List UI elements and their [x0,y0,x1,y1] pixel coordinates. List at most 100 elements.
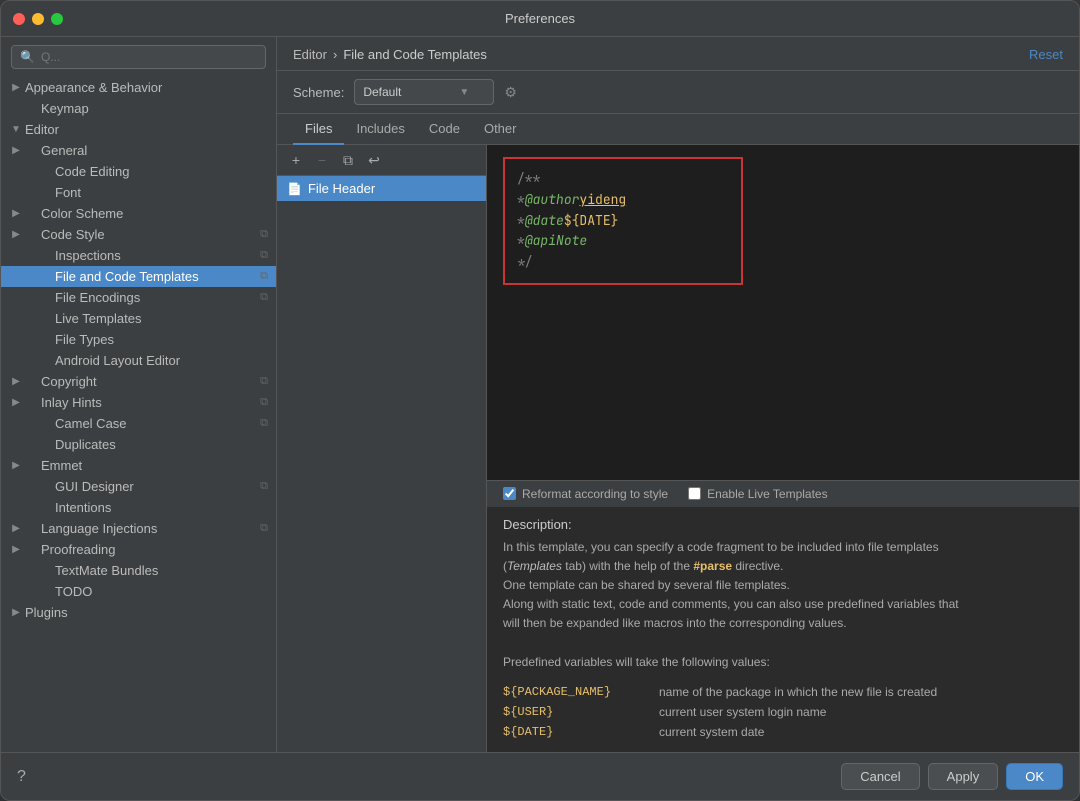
template-list: + − ⧉ ↩ 📄 File Header [277,145,487,752]
sidebar-item-emmet[interactable]: ▶ Emmet [1,455,276,476]
spacer-icon [9,249,23,263]
add-template-button[interactable]: + [285,149,307,171]
help-icon[interactable]: ? [17,768,26,786]
live-templates-checkbox[interactable] [688,487,701,500]
template-item-label: File Header [308,181,375,196]
search-input[interactable] [41,50,257,64]
sidebar-item-label: Camel Case [55,416,127,431]
remove-template-button[interactable]: − [311,149,333,171]
sidebar-item-label: Live Templates [55,311,141,326]
preferences-dialog: Preferences 🔍 ▶ Appearance & Behavior Ke… [0,0,1080,801]
sidebar-item-label: GUI Designer [55,479,134,494]
spacer-icon [9,312,23,326]
sidebar-item-keymap[interactable]: Keymap [1,98,276,119]
file-icon: 📄 [287,182,302,196]
sidebar-item-color-scheme[interactable]: ▶ Color Scheme [1,203,276,224]
sidebar-item-label: Copyright [41,374,97,389]
sidebar-item-label: Android Layout Editor [55,353,180,368]
search-icon: 🔍 [20,50,35,64]
description-text: In this template, you can specify a code… [503,538,1063,672]
live-templates-checkbox-label[interactable]: Enable Live Templates [688,487,828,501]
code-editor[interactable]: /** * @author yideng * @date ${DATE} * @… [487,145,1079,480]
apply-button[interactable]: Apply [928,763,999,790]
maximize-button[interactable] [51,13,63,25]
sidebar-item-appearance[interactable]: ▶ Appearance & Behavior [1,77,276,98]
sidebar-item-file-types[interactable]: File Types [1,329,276,350]
sidebar-item-gui-designer[interactable]: GUI Designer ⧉ [1,476,276,497]
description-title: Description: [503,517,1063,532]
sidebar-item-language-injections[interactable]: ▶ Language Injections ⧉ [1,518,276,539]
sidebar-item-copyright[interactable]: ▶ Copyright ⧉ [1,371,276,392]
sidebar-item-inspections[interactable]: Inspections ⧉ [1,245,276,266]
sidebar-item-label: File Types [55,332,114,347]
sidebar-item-inlay-hints[interactable]: ▶ Inlay Hints ⧉ [1,392,276,413]
variables-table: ${PACKAGE_NAME} name of the package in w… [503,682,1063,742]
chevron-down-icon: ▼ [9,123,23,137]
sidebar-item-editor[interactable]: ▼ Editor [1,119,276,140]
gear-button[interactable]: ⚙ [504,84,517,101]
sidebar-item-textmate[interactable]: TextMate Bundles [1,560,276,581]
sidebar-item-live-templates[interactable]: Live Templates [1,308,276,329]
settings-icon: ⧉ [260,375,268,388]
reformat-checkbox[interactable] [503,487,516,500]
sidebar-item-code-style[interactable]: ▶ Code Style ⧉ [1,224,276,245]
copy-template-button[interactable]: ⧉ [337,149,359,171]
search-container[interactable]: 🔍 [11,45,266,69]
reformat-checkbox-label[interactable]: Reformat according to style [503,487,668,501]
ok-button[interactable]: OK [1006,763,1063,790]
description-section: Description: In this template, you can s… [487,507,1079,752]
sidebar-item-label: TextMate Bundles [55,563,158,578]
sidebar-item-file-encodings[interactable]: File Encodings ⧉ [1,287,276,308]
reset-button[interactable]: Reset [1029,47,1063,62]
spacer-icon [9,438,23,452]
sidebar-item-todo[interactable]: TODO [1,581,276,602]
chevron-right-icon: ▶ [9,543,23,557]
sidebar-item-font[interactable]: Font [1,182,276,203]
main-content: Editor › File and Code Templates Reset S… [277,37,1079,752]
minimize-button[interactable] [32,13,44,25]
sidebar-item-label: Font [55,185,81,200]
cancel-button[interactable]: Cancel [841,763,919,790]
reset-template-button[interactable]: ↩ [363,149,385,171]
spacer-icon [9,102,23,116]
sidebar-item-label: General [41,143,87,158]
sidebar-item-plugins[interactable]: ▶ Plugins [1,602,276,623]
template-item-file-header[interactable]: 📄 File Header [277,176,486,201]
close-button[interactable] [13,13,25,25]
sidebar-item-label: Appearance & Behavior [25,80,162,95]
sidebar-item-android-layout[interactable]: Android Layout Editor [1,350,276,371]
sidebar-item-code-editing[interactable]: Code Editing [1,161,276,182]
scheme-select[interactable]: Default ▼ [354,79,494,105]
sidebar-item-label: File and Code Templates [55,269,199,284]
sidebar-item-file-code-templates[interactable]: File and Code Templates ⧉ [1,266,276,287]
sidebar-item-label: Inspections [55,248,121,263]
code-prefix: * [517,211,525,232]
sidebar-item-intentions[interactable]: Intentions [1,497,276,518]
desc-line-1: In this template, you can specify a code… [503,540,939,554]
desc-line-6: Predefined variables will take the follo… [503,655,770,669]
sidebar-item-camel-case[interactable]: Camel Case ⧉ [1,413,276,434]
code-area[interactable]: /** * @author yideng * @date ${DATE} * @… [487,145,1079,480]
breadcrumb-current: File and Code Templates [343,47,487,62]
settings-icon: ⧉ [260,270,268,283]
var-name: ${PACKAGE_NAME} [503,685,643,699]
scheme-row: Scheme: Default ▼ ⚙ [277,71,1079,114]
spacer-icon [9,480,23,494]
tab-files[interactable]: Files [293,114,344,145]
tab-code[interactable]: Code [417,114,472,145]
sidebar-item-duplicates[interactable]: Duplicates [1,434,276,455]
code-tag: @date [525,211,564,232]
tab-other[interactable]: Other [472,114,529,145]
var-desc: name of the package in which the new fil… [659,685,937,699]
code-line-5: */ [517,252,729,273]
tab-includes[interactable]: Includes [344,114,416,145]
dialog-footer: ? Cancel Apply OK [1,752,1079,800]
tabs-row: Files Includes Code Other [277,114,1079,145]
breadcrumb-separator: › [333,47,337,62]
sidebar-item-proofreading[interactable]: ▶ Proofreading [1,539,276,560]
sidebar-item-general[interactable]: ▶ General [1,140,276,161]
live-templates-label: Enable Live Templates [707,487,828,501]
dialog-title: Preferences [505,11,575,26]
dialog-body: 🔍 ▶ Appearance & Behavior Keymap ▼ Edito… [1,37,1079,752]
sidebar-item-label: Editor [25,122,59,137]
